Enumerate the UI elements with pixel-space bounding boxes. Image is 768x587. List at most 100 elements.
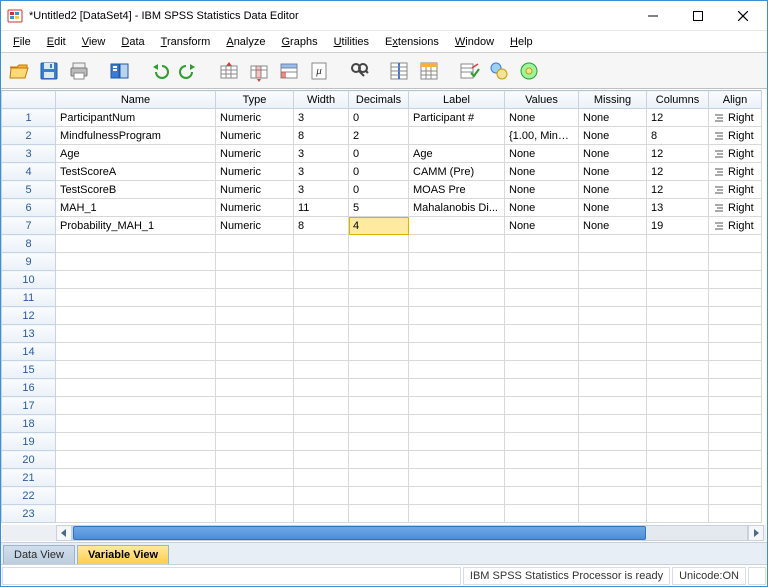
cell-empty[interactable]: [216, 271, 294, 289]
cell-empty[interactable]: [579, 343, 647, 361]
cell-empty[interactable]: [505, 289, 579, 307]
col-missing[interactable]: Missing: [579, 91, 647, 109]
cell-empty[interactable]: [56, 325, 216, 343]
cell-empty[interactable]: [579, 235, 647, 253]
cell-label[interactable]: [409, 127, 505, 145]
cell-empty[interactable]: [216, 253, 294, 271]
row-header[interactable]: 10: [2, 271, 56, 289]
cell-empty[interactable]: [56, 343, 216, 361]
menu-utilities[interactable]: Utilities: [326, 34, 377, 50]
cell-empty[interactable]: [579, 469, 647, 487]
row-header[interactable]: 15: [2, 361, 56, 379]
save-icon[interactable]: [35, 57, 63, 85]
cell-empty[interactable]: [647, 379, 709, 397]
cell-empty[interactable]: [294, 451, 349, 469]
cell-values[interactable]: None: [505, 109, 579, 127]
menu-analyze[interactable]: Analyze: [218, 34, 273, 50]
maximize-button[interactable]: [675, 1, 720, 30]
table-row-empty[interactable]: 22: [2, 487, 762, 505]
row-header[interactable]: 4: [2, 163, 56, 181]
select-cases-icon[interactable]: [455, 57, 483, 85]
goto-variable-icon[interactable]: [245, 57, 273, 85]
cell-empty[interactable]: [349, 271, 409, 289]
cell-empty[interactable]: [56, 451, 216, 469]
cell-empty[interactable]: [579, 397, 647, 415]
cell-empty[interactable]: [216, 397, 294, 415]
cell-label[interactable]: CAMM (Pre): [409, 163, 505, 181]
cell-decimals[interactable]: 2: [349, 127, 409, 145]
cell-empty[interactable]: [294, 307, 349, 325]
menu-file[interactable]: File: [5, 34, 39, 50]
cell-empty[interactable]: [709, 307, 762, 325]
cell-align[interactable]: Right: [709, 145, 762, 163]
cell-empty[interactable]: [349, 307, 409, 325]
table-row[interactable]: 3AgeNumeric30AgeNoneNone12Right: [2, 145, 762, 163]
cell-cols[interactable]: 12: [647, 145, 709, 163]
row-header[interactable]: 23: [2, 505, 56, 523]
menu-view[interactable]: View: [74, 34, 114, 50]
split-file-icon[interactable]: [385, 57, 413, 85]
cell-empty[interactable]: [349, 469, 409, 487]
cell-align[interactable]: Right: [709, 127, 762, 145]
cell-cols[interactable]: 12: [647, 109, 709, 127]
cell-type[interactable]: Numeric: [216, 145, 294, 163]
scroll-thumb[interactable]: [73, 526, 646, 540]
cell-empty[interactable]: [409, 505, 505, 523]
cell-empty[interactable]: [647, 415, 709, 433]
cell-align[interactable]: Right: [709, 163, 762, 181]
table-row-empty[interactable]: 19: [2, 433, 762, 451]
print-icon[interactable]: [65, 57, 93, 85]
cell-values[interactable]: None: [505, 181, 579, 199]
cell-empty[interactable]: [579, 505, 647, 523]
cell-decimals[interactable]: 0: [349, 181, 409, 199]
menu-graphs[interactable]: Graphs: [273, 34, 325, 50]
cell-empty[interactable]: [216, 487, 294, 505]
cell-empty[interactable]: [647, 361, 709, 379]
cell-decimals[interactable]: 0: [349, 163, 409, 181]
cell-missing[interactable]: None: [579, 127, 647, 145]
table-row-empty[interactable]: 8: [2, 235, 762, 253]
cell-empty[interactable]: [409, 433, 505, 451]
cell-align[interactable]: Right: [709, 217, 762, 235]
menu-data[interactable]: Data: [113, 34, 152, 50]
cell-name[interactable]: MAH_1: [56, 199, 216, 217]
cell-empty[interactable]: [409, 271, 505, 289]
cell-empty[interactable]: [294, 235, 349, 253]
cell-empty[interactable]: [709, 289, 762, 307]
row-header[interactable]: 7: [2, 217, 56, 235]
cell-empty[interactable]: [505, 487, 579, 505]
tab-data-view[interactable]: Data View: [3, 545, 75, 564]
cell-values[interactable]: None: [505, 199, 579, 217]
cell-width[interactable]: 8: [294, 127, 349, 145]
menu-help[interactable]: Help: [502, 34, 541, 50]
cell-cols[interactable]: 8: [647, 127, 709, 145]
cell-empty[interactable]: [505, 379, 579, 397]
cell-empty[interactable]: [349, 361, 409, 379]
cell-empty[interactable]: [294, 505, 349, 523]
cell-label[interactable]: Participant #: [409, 109, 505, 127]
row-header[interactable]: 3: [2, 145, 56, 163]
table-row-empty[interactable]: 21: [2, 469, 762, 487]
cell-width[interactable]: 11: [294, 199, 349, 217]
cell-empty[interactable]: [409, 469, 505, 487]
cell-empty[interactable]: [709, 415, 762, 433]
cell-empty[interactable]: [409, 487, 505, 505]
cell-empty[interactable]: [216, 325, 294, 343]
cell-empty[interactable]: [349, 343, 409, 361]
cell-empty[interactable]: [56, 433, 216, 451]
cell-empty[interactable]: [505, 397, 579, 415]
cell-empty[interactable]: [709, 487, 762, 505]
row-header[interactable]: 18: [2, 415, 56, 433]
cell-empty[interactable]: [216, 361, 294, 379]
cell-empty[interactable]: [294, 271, 349, 289]
cell-empty[interactable]: [216, 451, 294, 469]
menu-extensions[interactable]: Extensions: [377, 34, 447, 50]
row-header[interactable]: 14: [2, 343, 56, 361]
cell-align[interactable]: Right: [709, 181, 762, 199]
cell-empty[interactable]: [505, 271, 579, 289]
cell-missing[interactable]: None: [579, 109, 647, 127]
row-header[interactable]: 9: [2, 253, 56, 271]
scroll-track[interactable]: [72, 525, 748, 541]
cell-cols[interactable]: 19: [647, 217, 709, 235]
cell-empty[interactable]: [56, 487, 216, 505]
